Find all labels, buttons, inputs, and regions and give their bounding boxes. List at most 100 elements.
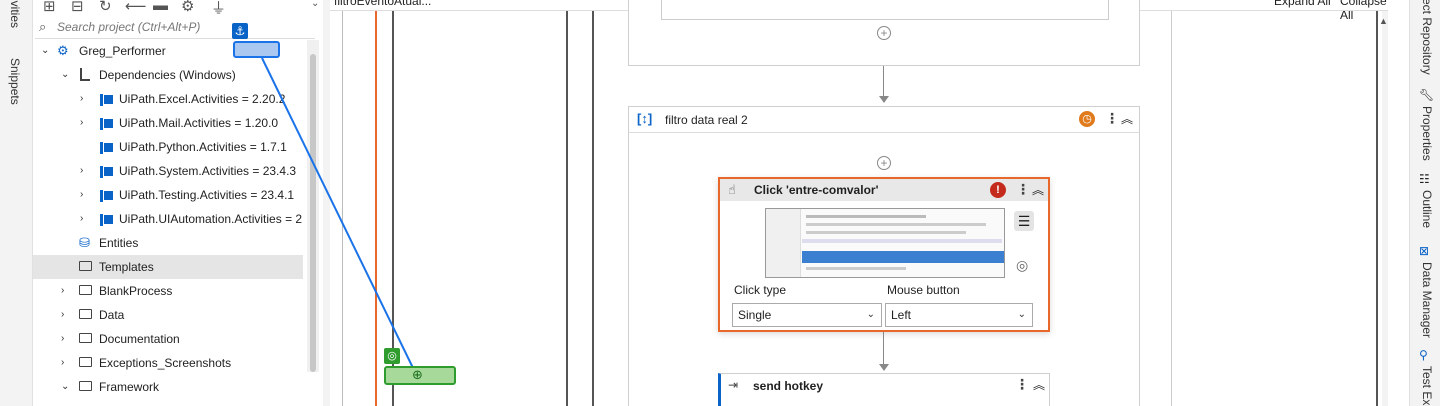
scroll-thumb[interactable] [310,54,316,372]
add-activity-icon[interactable]: + [877,26,891,40]
click-activity-card[interactable]: ☝ Click 'entre-comvalor' ! ⋮ ︽ ☰ ◎ Click… [718,177,1050,332]
tree-templates[interactable]: Templates [33,255,303,279]
canvas-scrollbar[interactable] [1382,11,1388,406]
panel-splitter[interactable] [323,0,330,406]
tree-package[interactable]: › UiPath.System.Activities = 23.4.3 [33,159,303,183]
tree-package[interactable]: › UiPath.UIAutomation.Activities = 2 [33,207,303,231]
more-icon[interactable]: ⋮ [1015,376,1029,393]
package-icon [100,94,103,106]
thumb-line [802,239,1002,243]
expand-all-icon[interactable]: ⊞ [43,0,56,15]
tree-entities[interactable]: ⛁ Entities [33,231,303,255]
collapse-all-icon[interactable]: ⊟ [71,0,84,15]
menu-icon[interactable]: ☰ [1014,211,1034,231]
folder-icon [79,333,92,343]
outline-tab[interactable]: Outline [1420,190,1434,228]
chevron-down-icon[interactable]: ⌄ [61,63,69,87]
package-icon [100,190,103,202]
collapse-icon[interactable]: ︽ [1033,376,1045,393]
back-icon[interactable]: ⟵ [125,0,147,15]
folder-label: Exceptions_Screenshots [99,356,232,370]
chevron-down-icon[interactable]: ⌄ [61,375,69,399]
hotkey-title[interactable]: send hotkey [753,379,823,393]
collapse-icon[interactable]: ︽ [1032,181,1044,198]
container-line [1376,11,1378,406]
mouse-button-value: Left [891,308,912,322]
breadcrumb[interactable]: filtroEventoAtual... [334,0,431,8]
properties-tab[interactable]: Properties [1420,106,1434,161]
snippets-tab[interactable]: Snippets [8,58,22,105]
templates-label: Templates [99,260,154,274]
thumb-highlight [802,251,1004,263]
dependencies-label: Dependencies (Windows) [99,68,236,82]
target-icon[interactable]: ◎ [1016,257,1028,274]
more-icon[interactable]: ⋮ [1016,181,1030,198]
chevron-right-icon[interactable]: › [80,87,83,111]
inner-activity [661,0,1109,20]
chevron-right-icon[interactable]: › [80,159,83,183]
chevron-right-icon[interactable]: › [61,327,64,351]
chevron-down-icon[interactable]: ⌄ [41,39,49,63]
thumb-line [806,231,966,234]
chevron-down-icon: ⌄ [1017,309,1026,320]
tree-folder[interactable]: › Documentation [33,327,303,351]
package-label: UiPath.Excel.Activities = 2.20.2 [119,92,286,106]
tree-package[interactable]: › UiPath.Excel.Activities = 2.20.2 [33,87,303,111]
search-input[interactable]: ⌕ Search project (Ctrl+Alt+P) [35,17,315,39]
anchor-box[interactable] [233,41,280,58]
data-manager-tab[interactable]: Data Manager [1420,262,1434,338]
test-explorer-tab[interactable]: Test Ex [1420,366,1434,405]
more-icon[interactable]: ⋮ [1105,110,1119,127]
anchor-icon[interactable]: ⚓ [232,23,248,39]
tree-folder[interactable]: › Data [33,303,303,327]
scroll-up-icon[interactable]: ▲ [1379,16,1388,26]
tree-folder[interactable]: › BlankProcess [33,279,303,303]
folder-label: BlankProcess [99,284,173,298]
tree-package[interactable]: › UiPath.Mail.Activities = 1.20.0 [33,111,303,135]
object-repository-tab[interactable]: ect Repository [1420,0,1434,75]
tree-scrollbar[interactable] [307,40,319,372]
click-title[interactable]: Click 'entre-comvalor' [754,183,878,197]
folder-icon [79,381,92,391]
view-icon[interactable]: ▬ [153,0,168,14]
clock-icon[interactable]: ◷ [1079,111,1095,127]
chevron-right-icon[interactable]: › [61,279,64,303]
add-activity-icon[interactable]: + [877,156,891,170]
chevron-right-icon[interactable]: › [80,183,83,207]
chevron-right-icon[interactable]: › [80,111,83,135]
gear-icon[interactable]: ⚙ [181,0,194,15]
expand-all-link[interactable]: Expand All [1274,0,1331,8]
collapse-icon[interactable]: ︽ [1121,110,1133,127]
chevron-right-icon[interactable]: › [61,351,64,375]
target-icon[interactable]: ◎ [384,348,400,364]
crosshair-icon: ⊕ [412,367,423,382]
target-screenshot[interactable] [765,208,1005,278]
sequence-icon: [↕] [637,111,653,126]
sequence-title[interactable]: filtro data real 2 [665,113,748,127]
package-label: UiPath.Mail.Activities = 1.20.0 [119,116,279,130]
flow-connector [883,332,884,368]
outline-icon: ☷ [1419,172,1430,186]
chevron-right-icon[interactable]: › [61,303,64,327]
container-line [392,11,394,406]
error-icon[interactable]: ! [990,182,1006,198]
tree-dependencies[interactable]: ⌄ Dependencies (Windows) [33,63,303,87]
mouse-button-select[interactable]: Left ⌄ [885,303,1033,327]
tree-folder[interactable]: › Exceptions_Screenshots [33,351,303,375]
filter-icon[interactable]: ⏚ [211,0,226,18]
refresh-icon[interactable]: ↻ [99,0,112,15]
container-line [566,11,568,406]
tree-package[interactable]: UiPath.Python.Activities = 1.7.1 [33,135,303,159]
send-hotkey-card[interactable]: ⇥ send hotkey ⋮ ︽ [718,373,1050,406]
folder-icon [79,285,92,295]
package-icon-body [104,167,113,176]
arrow-down-icon [879,364,889,371]
tree-package[interactable]: › UiPath.Testing.Activities = 23.4.1 [33,183,303,207]
tree-folder[interactable]: ⌄ Framework [33,375,303,399]
activities-tab[interactable]: ivities [8,0,22,28]
chevron-right-icon[interactable]: › [80,207,83,231]
click-icon: ☝ [728,182,736,197]
chevron-down-icon[interactable]: ⌄ [311,0,319,9]
target-box[interactable]: ⊕ [384,366,456,385]
click-type-select[interactable]: Single ⌄ [732,303,882,327]
